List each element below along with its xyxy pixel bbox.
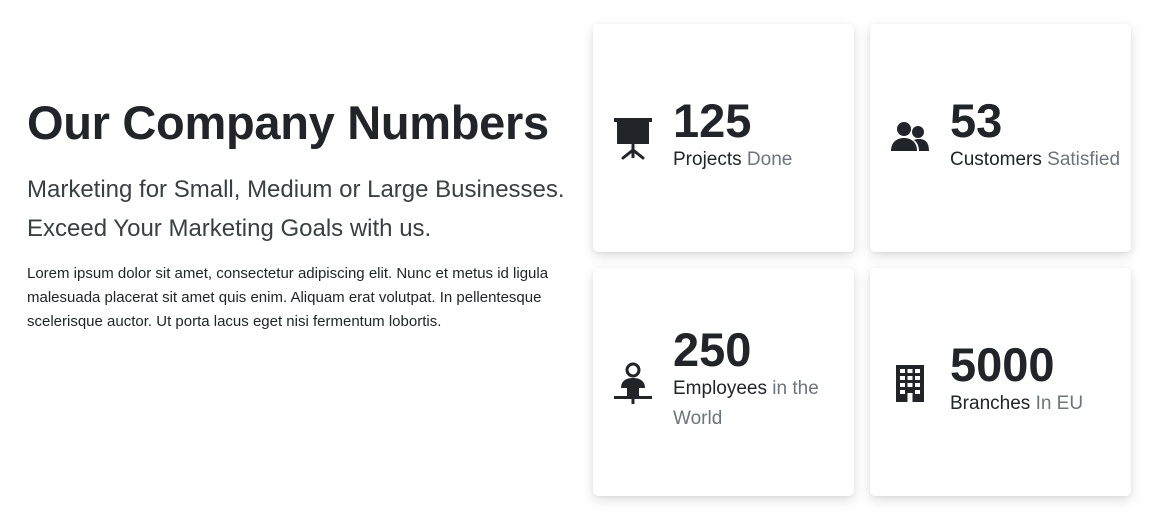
- stat-label: Customers Satisfied: [950, 145, 1120, 175]
- stat-label-main: Customers: [950, 149, 1042, 170]
- stat-label-main: Employees: [673, 378, 767, 399]
- stat-label-main: Projects: [673, 149, 742, 170]
- stat-label: Projects Done: [673, 145, 843, 175]
- stat-number: 250: [673, 323, 752, 376]
- section-description: Lorem ipsum dolor sit amet, consectetur …: [27, 265, 549, 331]
- subtitle-line-2: Exceed Your Marketing Goals with us.: [27, 215, 432, 243]
- stat-card-employees: 250 Employees in the World: [593, 268, 854, 496]
- stat-label: Branches In EU: [950, 389, 1120, 419]
- stat-label-main: Branches: [950, 393, 1031, 414]
- section-title: Our Company Numbers: [27, 96, 549, 149]
- building-icon: [890, 364, 930, 408]
- subtitle-line-1: Marketing for Small, Medium or Large Bus…: [27, 176, 565, 204]
- section-subtitle: Marketing for Small, Medium or Large Bus…: [27, 170, 572, 248]
- stat-label-sub: Satisfied: [1047, 149, 1121, 170]
- company-numbers-section: Our Company Numbers Marketing for Small,…: [0, 0, 1175, 518]
- stat-number: 125: [673, 94, 752, 147]
- stat-label-sub: In EU: [1035, 393, 1084, 414]
- intro-column: Our Company Numbers Marketing for Small,…: [27, 96, 572, 334]
- employee-desk-icon: [613, 362, 653, 406]
- users-icon: [890, 118, 930, 162]
- stat-card-projects: 125 Projects Done: [593, 24, 854, 252]
- presentation-icon: [613, 116, 653, 160]
- stat-label-sub: Done: [746, 149, 793, 170]
- stat-number: 5000: [950, 338, 1055, 391]
- stat-card-branches: 5000 Branches In EU: [870, 268, 1131, 496]
- stat-label: Employees in the World: [673, 374, 843, 434]
- stat-card-customers: 53 Customers Satisfied: [870, 24, 1131, 252]
- stat-number: 53: [950, 94, 1003, 147]
